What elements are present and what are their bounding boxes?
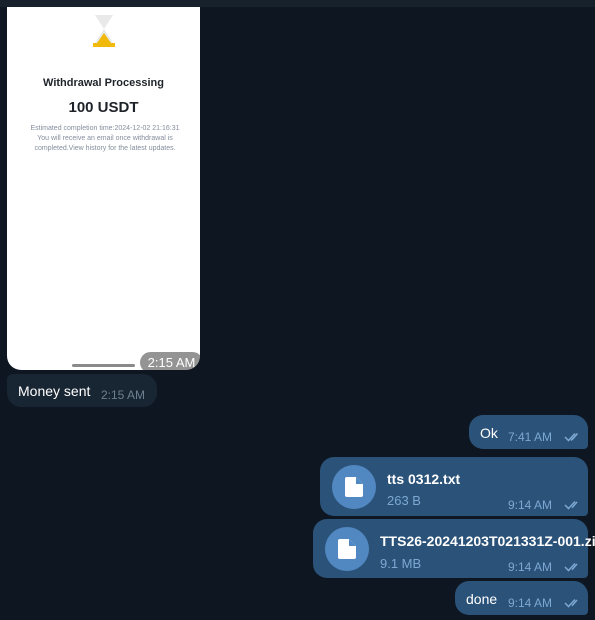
photo-timestamp: 2:15 AM: [140, 352, 200, 370]
message-timestamp: 9:14 AM: [508, 498, 553, 512]
withdrawal-title: Withdrawal Processing: [43, 77, 164, 89]
photo-message[interactable]: Withdrawal Processing 100 USDT Estimated…: [7, 7, 200, 370]
message-timestamp: 9:14 AM: [508, 596, 553, 610]
note-line-2: You will receive an email once withdrawa…: [37, 135, 173, 142]
note-line-1: Estimated completion time:2024-12-02 21:…: [30, 125, 180, 132]
double-check-icon: [564, 562, 578, 572]
file-name[interactable]: TTS26-20241203T021331Z-001.zip: [380, 533, 595, 549]
incoming-message[interactable]: Money sent 2:15 AM: [7, 374, 157, 407]
top-bar: [0, 0, 595, 7]
file-size: 9.1 MB: [380, 556, 422, 571]
double-check-icon: [564, 598, 578, 608]
file-name[interactable]: tts 0312.txt: [387, 471, 460, 487]
message-timestamp: 2:15 AM: [101, 388, 146, 402]
file-icon[interactable]: [325, 527, 369, 571]
double-check-icon: [564, 432, 582, 442]
double-check-icon: [564, 500, 578, 510]
outgoing-file-message[interactable]: TTS26-20241203T021331Z-001.zip 9.1 MB 9:…: [313, 519, 595, 578]
message-timestamp: 7:41 AM: [508, 430, 553, 444]
withdrawal-note: Estimated completion time:2024-12-02 21:…: [17, 124, 193, 154]
message-text: Ok: [480, 425, 498, 441]
withdrawal-amount: 100 USDT: [68, 99, 139, 116]
outgoing-message[interactable]: Ok 7:41 AM: [469, 415, 588, 449]
file-icon[interactable]: [332, 465, 376, 509]
message-timestamp: 9:14 AM: [508, 560, 553, 574]
outgoing-message[interactable]: done 9:14 AM: [455, 581, 588, 615]
outgoing-file-message[interactable]: tts 0312.txt 263 B 9:14 AM: [320, 457, 588, 516]
message-text: done: [466, 591, 498, 607]
message-text: Money sent: [18, 383, 91, 399]
file-size: 263 B: [387, 493, 421, 508]
home-indicator: [72, 364, 135, 367]
hourglass-icon: [93, 15, 115, 47]
note-line-3: completed.View history for the latest up…: [34, 145, 176, 152]
